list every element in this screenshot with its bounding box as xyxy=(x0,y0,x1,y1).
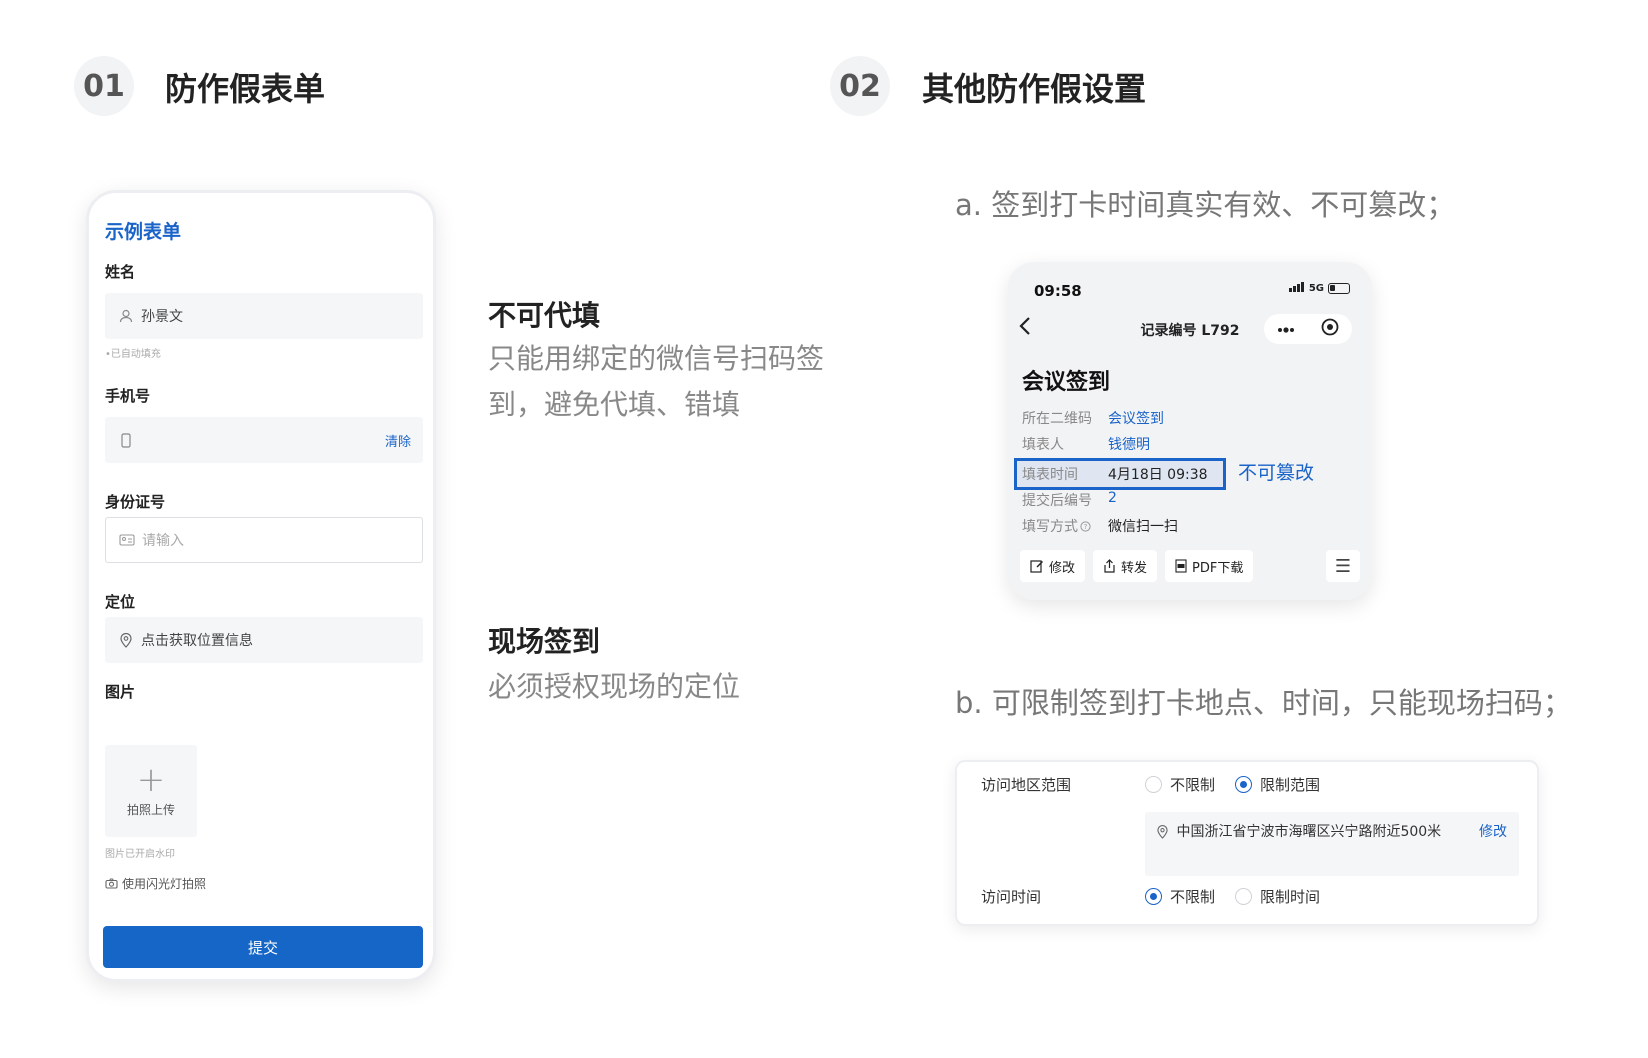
id-number-field[interactable]: 请输入 xyxy=(105,517,423,563)
feature-no-proxy-title: 不可代填 xyxy=(488,299,601,332)
svg-text:?: ? xyxy=(1084,523,1088,531)
network-type: 5G xyxy=(1308,283,1324,294)
region-unlimited-radio[interactable]: 不限制 xyxy=(1145,774,1215,795)
row-key: 提交后编号 xyxy=(1022,493,1092,509)
name-value: 孙景文 xyxy=(141,309,183,325)
row-key: 填表人 xyxy=(1022,437,1064,453)
image-label: 图片 xyxy=(105,683,136,701)
row-value: 4月18日 09:38 xyxy=(1108,467,1208,483)
more-icon[interactable] xyxy=(1277,321,1295,337)
plus-icon: + xyxy=(136,759,166,800)
battery-icon xyxy=(1328,283,1350,294)
record-row-fill-time: 填表时间 4月18日 09:38 xyxy=(1022,464,1208,484)
tamper-proof-note: 不可篡改 xyxy=(1238,462,1315,484)
location-field[interactable]: 点击获取位置信息 xyxy=(105,617,423,663)
record-row-method: 填写方式 ? 微信扫一扫 xyxy=(1022,516,1178,536)
edit-label: 修改 xyxy=(1049,560,1076,576)
address-box: 中国浙江省宁波市海曙区兴宁路附近500米 修改 xyxy=(1145,812,1519,876)
location-value: 点击获取位置信息 xyxy=(141,633,253,649)
name-field[interactable]: 孙景文 xyxy=(105,293,423,339)
watermark-hint: 图片已开启水印 xyxy=(105,849,175,860)
row-key: 填表时间 xyxy=(1022,467,1078,483)
access-settings-panel: 访问地区范围 不限制 限制范围 中国浙江省宁波市海曙区兴宁路附近500米 修改 … xyxy=(955,760,1539,926)
mobile-icon xyxy=(117,431,135,449)
region-limited-radio[interactable]: 限制范围 xyxy=(1235,774,1320,795)
signal-icon xyxy=(1288,282,1305,295)
section-1-title: 防作假表单 xyxy=(165,70,326,108)
mini-program-capsule[interactable] xyxy=(1264,314,1352,344)
time-label: 访问时间 xyxy=(981,888,1042,906)
feature-onsite-title: 现场签到 xyxy=(488,625,601,658)
record-row-number: 提交后编号 2 xyxy=(1022,490,1117,510)
pdf-icon xyxy=(1175,559,1187,573)
row-value: 微信扫一扫 xyxy=(1108,519,1178,535)
photo-upload-button[interactable]: + 拍照上传 xyxy=(105,745,197,837)
feature-no-proxy-desc-line2: 到，避免代填、错填 xyxy=(488,388,741,421)
section-2-number: 02 xyxy=(830,56,890,116)
address-edit-link[interactable]: 修改 xyxy=(1479,820,1507,844)
upload-label: 拍照上传 xyxy=(126,802,175,817)
status-bar-right: 5G xyxy=(1288,282,1350,295)
row-value[interactable]: 会议签到 xyxy=(1108,408,1164,428)
id-card-icon xyxy=(118,531,136,549)
share-icon xyxy=(1103,559,1116,573)
time-unlimited-radio[interactable]: 不限制 xyxy=(1145,886,1215,907)
submit-button[interactable]: 提交 xyxy=(103,926,423,968)
radio-label: 限制时间 xyxy=(1260,888,1321,906)
radio-label: 不限制 xyxy=(1170,776,1216,794)
feature-no-proxy-desc-line1: 只能用绑定的微信号扫码签 xyxy=(488,342,825,375)
record-row-filler: 填表人 钱德明 xyxy=(1022,434,1150,454)
phone-field[interactable]: 清除 xyxy=(105,417,423,463)
location-pin-icon xyxy=(1157,825,1168,839)
menu-icon[interactable]: ☰ xyxy=(1326,550,1360,582)
close-target-icon[interactable] xyxy=(1321,318,1339,340)
edit-icon xyxy=(1030,559,1044,573)
radio-icon xyxy=(1235,888,1252,905)
radio-checked-icon xyxy=(1235,776,1252,793)
time-limited-radio[interactable]: 限制时间 xyxy=(1235,886,1320,907)
status-time: 09:58 xyxy=(1034,282,1082,300)
row-key: 所在二维码 xyxy=(1022,411,1092,427)
note-a: a. 签到打卡时间真实有效、不可篡改； xyxy=(955,188,1456,222)
flash-option[interactable]: 使用闪光灯拍照 xyxy=(105,875,206,892)
row-value[interactable]: 钱德明 xyxy=(1108,434,1150,454)
feature-onsite-desc: 必须授权现场的定位 xyxy=(488,670,741,703)
location-label: 定位 xyxy=(105,593,136,611)
phone-label: 手机号 xyxy=(105,387,151,405)
radio-icon xyxy=(1145,776,1162,793)
row-key-text: 填写方式 xyxy=(1022,519,1078,535)
row-key: 填写方式 ? xyxy=(1022,516,1108,536)
record-phone-card: 09:58 5G 记录编号 L792 会议签到 所在二维码 会议签到 填表人 钱… xyxy=(1008,262,1372,600)
note-b: b. 可限制签到打卡地点、时间，只能现场扫码； xyxy=(955,686,1572,720)
id-number-placeholder: 请输入 xyxy=(142,533,184,549)
autofill-hint: •已自动填充 xyxy=(105,349,161,360)
location-pin-icon xyxy=(117,631,135,649)
address-text: 中国浙江省宁波市海曙区兴宁路附近500米 xyxy=(1176,824,1442,840)
record-row-qrcode: 所在二维码 会议签到 xyxy=(1022,408,1164,428)
radio-label: 不限制 xyxy=(1170,888,1216,906)
id-number-label: 身份证号 xyxy=(105,493,166,511)
section-2-title: 其他防作假设置 xyxy=(922,70,1147,108)
pdf-label: PDF下载 xyxy=(1192,560,1244,576)
forward-button[interactable]: 转发 xyxy=(1093,550,1158,582)
help-icon[interactable]: ? xyxy=(1080,520,1091,532)
record-heading: 会议签到 xyxy=(1022,370,1111,395)
form-title: 示例表单 xyxy=(105,221,182,243)
row-value: 2 xyxy=(1108,490,1117,506)
region-label: 访问地区范围 xyxy=(981,776,1072,794)
user-icon xyxy=(117,307,135,325)
name-label: 姓名 xyxy=(105,263,136,281)
pdf-download-button[interactable]: PDF下载 xyxy=(1165,550,1254,582)
phone-clear-button[interactable]: 清除 xyxy=(385,431,411,450)
radio-checked-icon xyxy=(1145,888,1162,905)
record-action-bar: 修改 转发 PDF下载 xyxy=(1020,550,1254,582)
camera-icon xyxy=(105,878,118,889)
radio-label: 限制范围 xyxy=(1260,776,1321,794)
edit-button[interactable]: 修改 xyxy=(1020,550,1086,582)
forward-label: 转发 xyxy=(1121,560,1148,576)
flash-label: 使用闪光灯拍照 xyxy=(122,877,207,891)
section-1-number: 01 xyxy=(74,56,134,116)
example-form-phone: 示例表单 姓名 孙景文 •已自动填充 手机号 清除 身份证号 请输入 定位 点击… xyxy=(86,190,436,982)
